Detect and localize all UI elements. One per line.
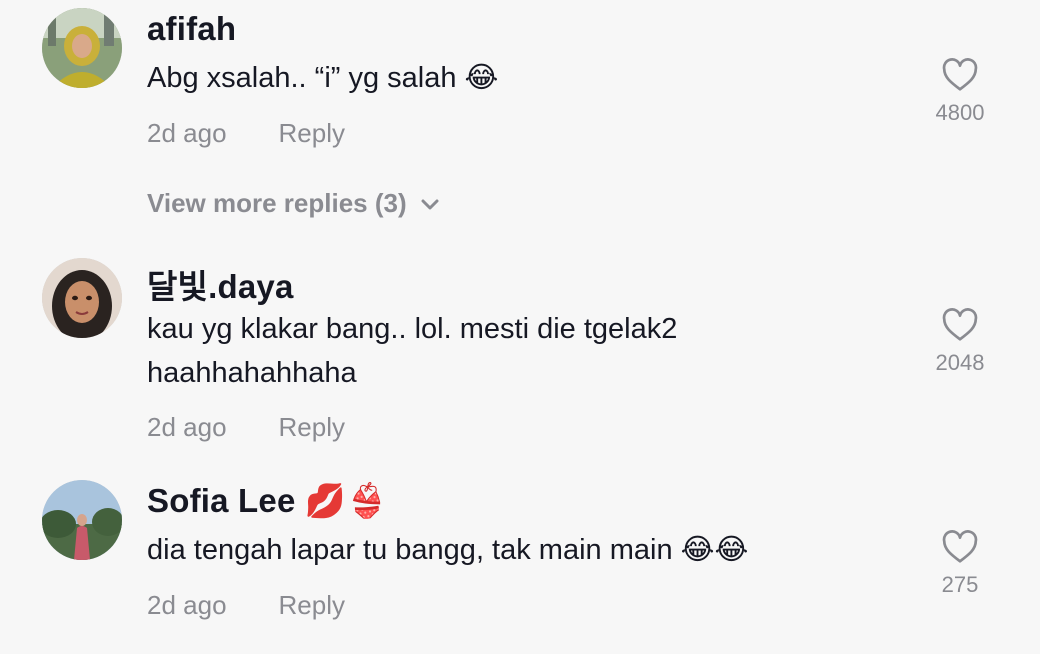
- avatar[interactable]: [42, 8, 122, 88]
- avatar[interactable]: [42, 480, 122, 560]
- comment-time: 2d ago: [147, 412, 227, 442]
- like-control: 275: [920, 530, 1000, 598]
- comment-meta: 2d ago Reply: [147, 590, 345, 621]
- heart-icon[interactable]: [942, 58, 978, 92]
- comment-username[interactable]: 달빛.daya: [147, 260, 294, 308]
- comment-meta: 2d ago Reply: [147, 118, 345, 149]
- heart-icon[interactable]: [942, 530, 978, 564]
- like-control: 2048: [920, 308, 1000, 376]
- comment-username[interactable]: afifah: [147, 10, 236, 48]
- comment-time: 2d ago: [147, 590, 227, 620]
- comment-text: Abg xsalah.. “i” yg salah 😂: [147, 62, 499, 94]
- comment-username[interactable]: Sofia Lee 💋👙: [147, 482, 387, 521]
- avatar[interactable]: [42, 258, 122, 338]
- comment-text: kau yg klakar bang.. lol. mesti die tgel…: [147, 313, 678, 389]
- like-count: 4800: [935, 100, 985, 125]
- view-more-replies-label: View more replies (3): [147, 188, 407, 218]
- like-count: 275: [941, 572, 979, 597]
- comment-meta: 2d ago Reply: [147, 412, 345, 443]
- reply-button[interactable]: Reply: [279, 590, 345, 620]
- comment-text: dia tengah lapar tu bangg, tak main main…: [147, 534, 749, 566]
- comment-time: 2d ago: [147, 118, 227, 148]
- like-control: 4800: [920, 58, 1000, 126]
- like-count: 2048: [935, 350, 985, 375]
- reply-button[interactable]: Reply: [279, 118, 345, 148]
- chevron-down-icon: [421, 199, 439, 210]
- heart-icon[interactable]: [942, 308, 978, 342]
- view-more-replies-button[interactable]: View more replies (3): [147, 188, 439, 219]
- reply-button[interactable]: Reply: [279, 412, 345, 442]
